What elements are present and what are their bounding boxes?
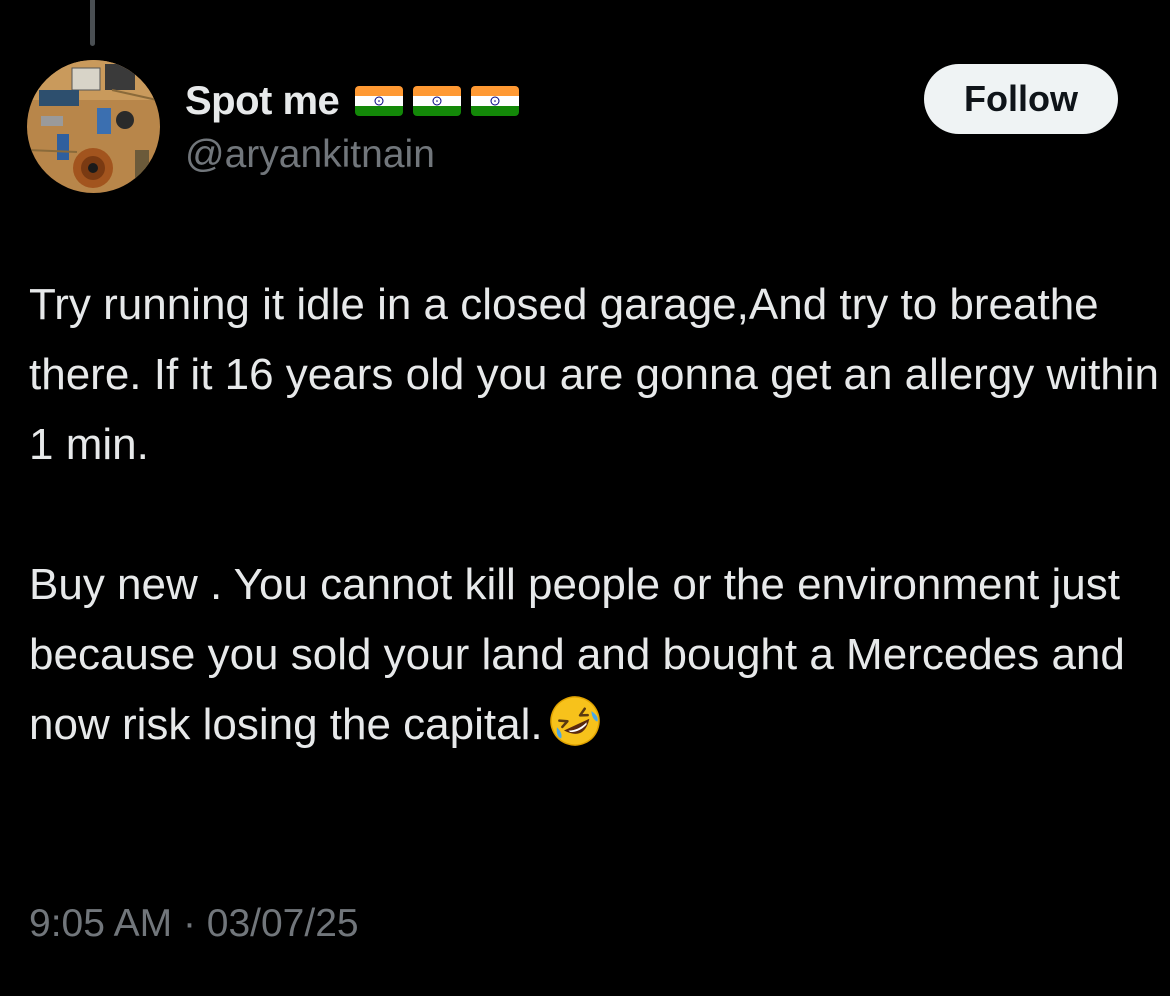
india-flag-icon — [413, 86, 462, 116]
display-name[interactable]: Spot me — [185, 79, 340, 124]
tweet-paragraph: Buy new . You cannot kill people or the … — [29, 550, 1159, 760]
rolling-on-floor-laughing-emoji-icon — [547, 693, 603, 749]
thread-connector-line — [90, 0, 95, 46]
india-flag-icon — [355, 86, 404, 116]
follow-button[interactable]: Follow — [924, 64, 1118, 134]
timestamp-separator: · — [182, 902, 196, 945]
tweet-paragraph: Try running it idle in a closed garage,A… — [29, 280, 1160, 469]
avatar[interactable] — [27, 60, 160, 193]
author-name-row[interactable]: Spot me — [185, 76, 520, 126]
author-handle[interactable]: @aryankitnain — [185, 133, 435, 177]
india-flag-icon — [471, 86, 520, 116]
avatar-image — [27, 60, 160, 193]
tweet-body: Try running it idle in a closed garage,A… — [29, 270, 1159, 760]
tweet-timestamp[interactable]: 9:05 AM · 03/07/25 — [29, 902, 359, 946]
tweet-date[interactable]: 03/07/25 — [207, 902, 359, 945]
tweet-time[interactable]: 9:05 AM — [29, 902, 172, 945]
